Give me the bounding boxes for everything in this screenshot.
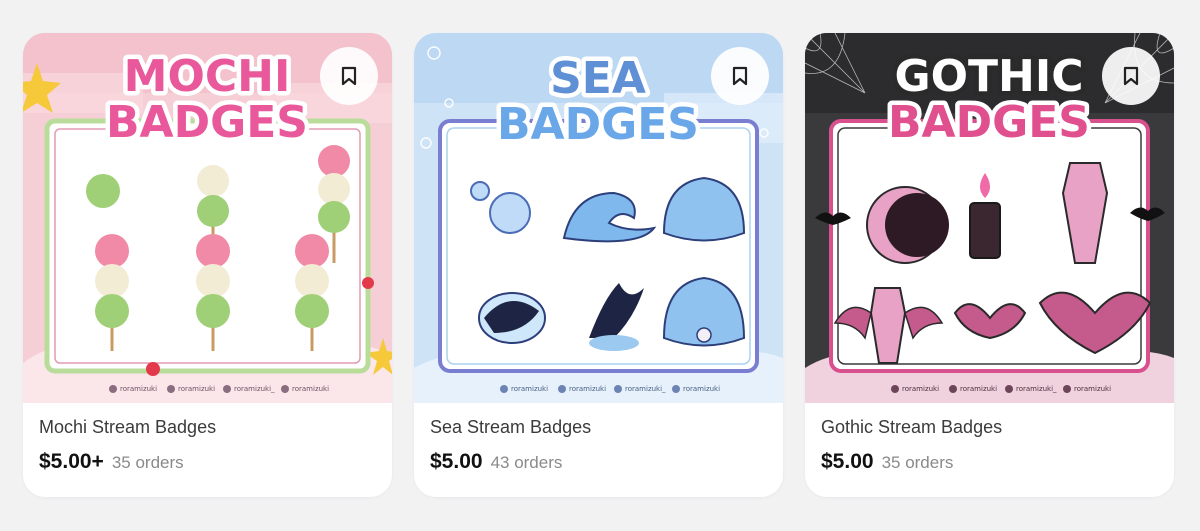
order-count: 35 orders <box>111 453 184 472</box>
bookmark-button[interactable] <box>320 47 378 105</box>
social-handle: roramizuki <box>292 385 329 393</box>
social-handle: roramizuki <box>178 385 215 393</box>
product-grid: MOCHI BADGES roramizuki roramizuki roram… <box>23 33 1174 497</box>
product-price: $5.00 <box>430 450 483 473</box>
social-handle: roramizuki <box>120 385 157 393</box>
bookmark-icon <box>1123 66 1139 86</box>
banner-line1: GOTHIC <box>894 51 1083 102</box>
product-image-sea[interactable]: SEA BADGES roramizuki roramizuki roramiz… <box>414 33 783 403</box>
product-price: $5.00 <box>821 450 874 473</box>
product-card-mochi[interactable]: MOCHI BADGES roramizuki roramizuki roram… <box>23 33 392 497</box>
product-image-mochi[interactable]: MOCHI BADGES roramizuki roramizuki roram… <box>23 33 392 403</box>
product-image-gothic[interactable]: GOTHIC BADGES roramizuki roramizuki rora… <box>805 33 1174 403</box>
social-handle: roramizuki <box>569 385 606 393</box>
banner-line2: BADGES <box>888 97 1090 148</box>
social-handle: roramizuki_ <box>1016 385 1057 393</box>
social-handle: roramizuki <box>1074 385 1111 393</box>
banner-line1: SEA <box>550 53 646 104</box>
product-card-gothic[interactable]: GOTHIC BADGES roramizuki roramizuki rora… <box>805 33 1174 497</box>
bookmark-button[interactable] <box>1102 47 1160 105</box>
banner-line2: BADGES <box>106 97 308 148</box>
product-title[interactable]: Gothic Stream Badges <box>821 417 1158 438</box>
social-handle: roramizuki_ <box>234 385 275 393</box>
social-handle: roramizuki_ <box>625 385 666 393</box>
product-title[interactable]: Mochi Stream Badges <box>39 417 376 438</box>
bookmark-button[interactable] <box>711 47 769 105</box>
social-handle: roramizuki <box>960 385 997 393</box>
product-title[interactable]: Sea Stream Badges <box>430 417 767 438</box>
banner-line1: MOCHI <box>124 51 291 102</box>
order-count: 43 orders <box>490 453 563 472</box>
product-price: $5.00+ <box>39 450 104 473</box>
bookmark-icon <box>341 66 357 86</box>
social-handle: roramizuki <box>902 385 939 393</box>
order-count: 35 orders <box>881 453 954 472</box>
social-handle: roramizuki <box>683 385 720 393</box>
product-card-sea[interactable]: SEA BADGES roramizuki roramizuki roramiz… <box>414 33 783 497</box>
banner-line2: BADGES <box>497 99 699 150</box>
social-handle: roramizuki <box>511 385 548 393</box>
bookmark-icon <box>732 66 748 86</box>
